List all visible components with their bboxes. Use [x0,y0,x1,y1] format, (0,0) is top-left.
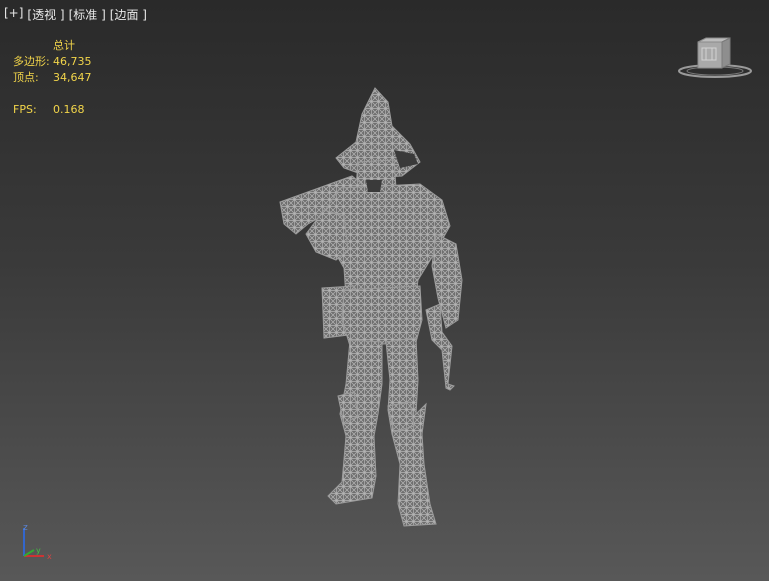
3d-viewport[interactable]: [+] [透视 ] [标准 ] [边面 ] 总计 多边形: 46,735 顶点:… [0,0,769,581]
viewport-display-menu[interactable]: [边面 ] [110,6,147,23]
wireframe-character-model[interactable] [270,84,480,530]
viewport-view-menu[interactable]: [透视 ] [27,6,64,23]
viewcube-icon[interactable] [672,36,758,82]
stats-fps-row: FPS: 0.168 [13,102,113,118]
viewport-statistics: 总计 多边形: 46,735 顶点: 34,647 FPS: 0.168 [13,38,113,118]
axis-z-label: z [23,523,28,533]
stats-polys-row: 多边形: 46,735 [13,54,113,70]
stats-verts-label: 顶点: [13,71,39,84]
stats-polys-label: 多边形: [13,55,50,68]
stats-verts-row: 顶点: 34,647 [13,70,113,86]
viewcube[interactable] [672,36,758,82]
axis-gizmo: z y x [14,520,64,564]
viewport-shading-menu[interactable]: [标准 ] [69,6,106,23]
stats-header-row: 总计 [13,38,113,54]
stats-fps-value: 0.168 [53,103,85,116]
axis-x-label: x [47,552,52,561]
stats-fps-label: FPS: [13,103,37,116]
stats-polys-value: 46,735 [53,55,92,68]
wireframe-character-icon[interactable] [270,84,480,530]
stats-header: 总计 [53,39,75,52]
axis-tripod-icon: z y x [23,523,52,561]
viewport-plus-menu[interactable]: [+] [4,6,23,23]
axis-y-label: y [36,546,41,555]
stats-verts-value: 34,647 [53,71,92,84]
viewport-label-menu: [+] [透视 ] [标准 ] [边面 ] [4,6,147,23]
